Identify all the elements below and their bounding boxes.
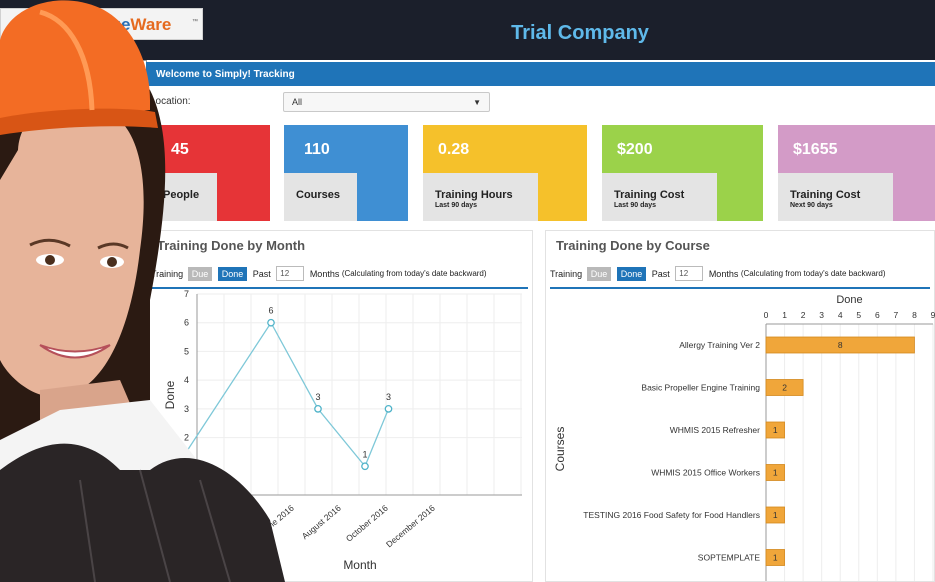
category-label: Allergy Training Ver 2: [679, 340, 760, 350]
months-label: Months: [309, 268, 340, 279]
months-label: Months: [708, 268, 739, 279]
x-tick-label: December 2016: [384, 503, 437, 550]
stat-tile-courses[interactable]: 110 Courses: [284, 125, 408, 221]
bar-value-label: 2: [782, 383, 787, 393]
x-axis-title: Done: [836, 294, 862, 306]
stat-subtitle: Last 90 days: [614, 202, 657, 209]
dashboard-screen: ledgeWare ™ Trial Company ▼ Welcome to S…: [0, 0, 935, 582]
category-label: SOPTEMPLATE: [698, 553, 761, 563]
stat-value: 0.28: [438, 141, 470, 158]
data-point: [314, 405, 322, 413]
due-button[interactable]: Due: [586, 266, 612, 281]
bar-value-label: 1: [773, 553, 778, 563]
bar-value-label: 1: [773, 468, 778, 478]
stat-title: Training Cost: [614, 189, 685, 201]
panel-training-by-course: Training Done by Course Training Due Don…: [545, 230, 935, 582]
bar-value-label: 1: [773, 425, 778, 435]
x-tick-label: 5: [856, 310, 861, 320]
category-label: WHMIS 2015 Refresher: [670, 425, 760, 435]
x-tick-label: October 2016: [344, 503, 390, 544]
months-note: (Calculating from today's date backward): [341, 269, 487, 278]
stat-value: $200: [617, 141, 653, 158]
data-label: 1: [362, 449, 367, 459]
data-point: [384, 405, 393, 413]
bar-value-label: 1: [773, 510, 778, 520]
category-label: WHMIS 2015 Office Workers: [651, 468, 760, 478]
panel-title: Training Done by Course: [556, 238, 710, 253]
data-point: [361, 462, 369, 471]
bar-value-label: 8: [838, 340, 843, 350]
x-tick-label: August 2016: [300, 503, 343, 542]
x-tick-label: 3: [819, 310, 824, 320]
stat-caption: Training Cost Next 90 days: [778, 173, 893, 221]
stat-caption: Training Hours Last 90 days: [423, 173, 538, 221]
stat-value: $1655: [793, 141, 838, 158]
y-axis-title: Courses: [553, 427, 567, 472]
chevron-down-icon: ▼: [473, 98, 481, 107]
stat-subtitle: Next 90 days: [790, 202, 833, 209]
x-tick-label: 2: [801, 310, 806, 320]
category-label: Basic Propeller Engine Training: [641, 383, 760, 393]
hardhat-woman-photo: [0, 0, 285, 582]
stat-tile-training-cost-next[interactable]: $1655 Training Cost Next 90 days: [778, 125, 935, 221]
category-label: TESTING 2016 Food Safety for Food Handle…: [583, 510, 760, 520]
months-note: (Calculating from today's date backward): [740, 269, 886, 278]
past-months-input[interactable]: 12: [675, 266, 704, 281]
stat-title: Training Hours: [435, 189, 513, 201]
location-select[interactable]: All ▼: [283, 92, 490, 112]
stat-title: Training Cost: [790, 189, 861, 201]
x-tick-label: 0: [764, 310, 769, 320]
stat-tile-training-cost-last[interactable]: $200 Training Cost Last 90 days: [602, 125, 763, 221]
stat-tile-training-hours[interactable]: 0.28 Training Hours Last 90 days: [423, 125, 587, 221]
data-label: 3: [386, 392, 391, 402]
x-tick-label: 9: [931, 310, 935, 320]
data-label: 3: [315, 392, 320, 402]
course-filter-row: Training Due Done Past 12 Months (Calcul…: [550, 266, 886, 281]
x-tick-label: 8: [912, 310, 917, 320]
training-label: Training: [550, 268, 583, 279]
stat-subtitle: Last 90 days: [435, 202, 478, 209]
company-name: Trial Company: [511, 22, 649, 44]
stat-caption: Training Cost Last 90 days: [602, 173, 717, 221]
stat-value: 110: [304, 141, 330, 158]
x-tick-label: 6: [875, 310, 880, 320]
done-button[interactable]: Done: [616, 266, 647, 281]
x-axis-title: Month: [343, 558, 376, 572]
bar-chart-by-course: Done 0 1 2 3 4 5 6 7 8 9 Courses Allergy Training Ve…: [553, 294, 935, 581]
x-tick-label: 4: [838, 310, 843, 320]
x-tick-label: 1: [782, 310, 787, 320]
x-tick-label: 7: [894, 310, 899, 320]
stat-title: Courses: [296, 189, 341, 201]
past-label: Past: [651, 268, 670, 279]
